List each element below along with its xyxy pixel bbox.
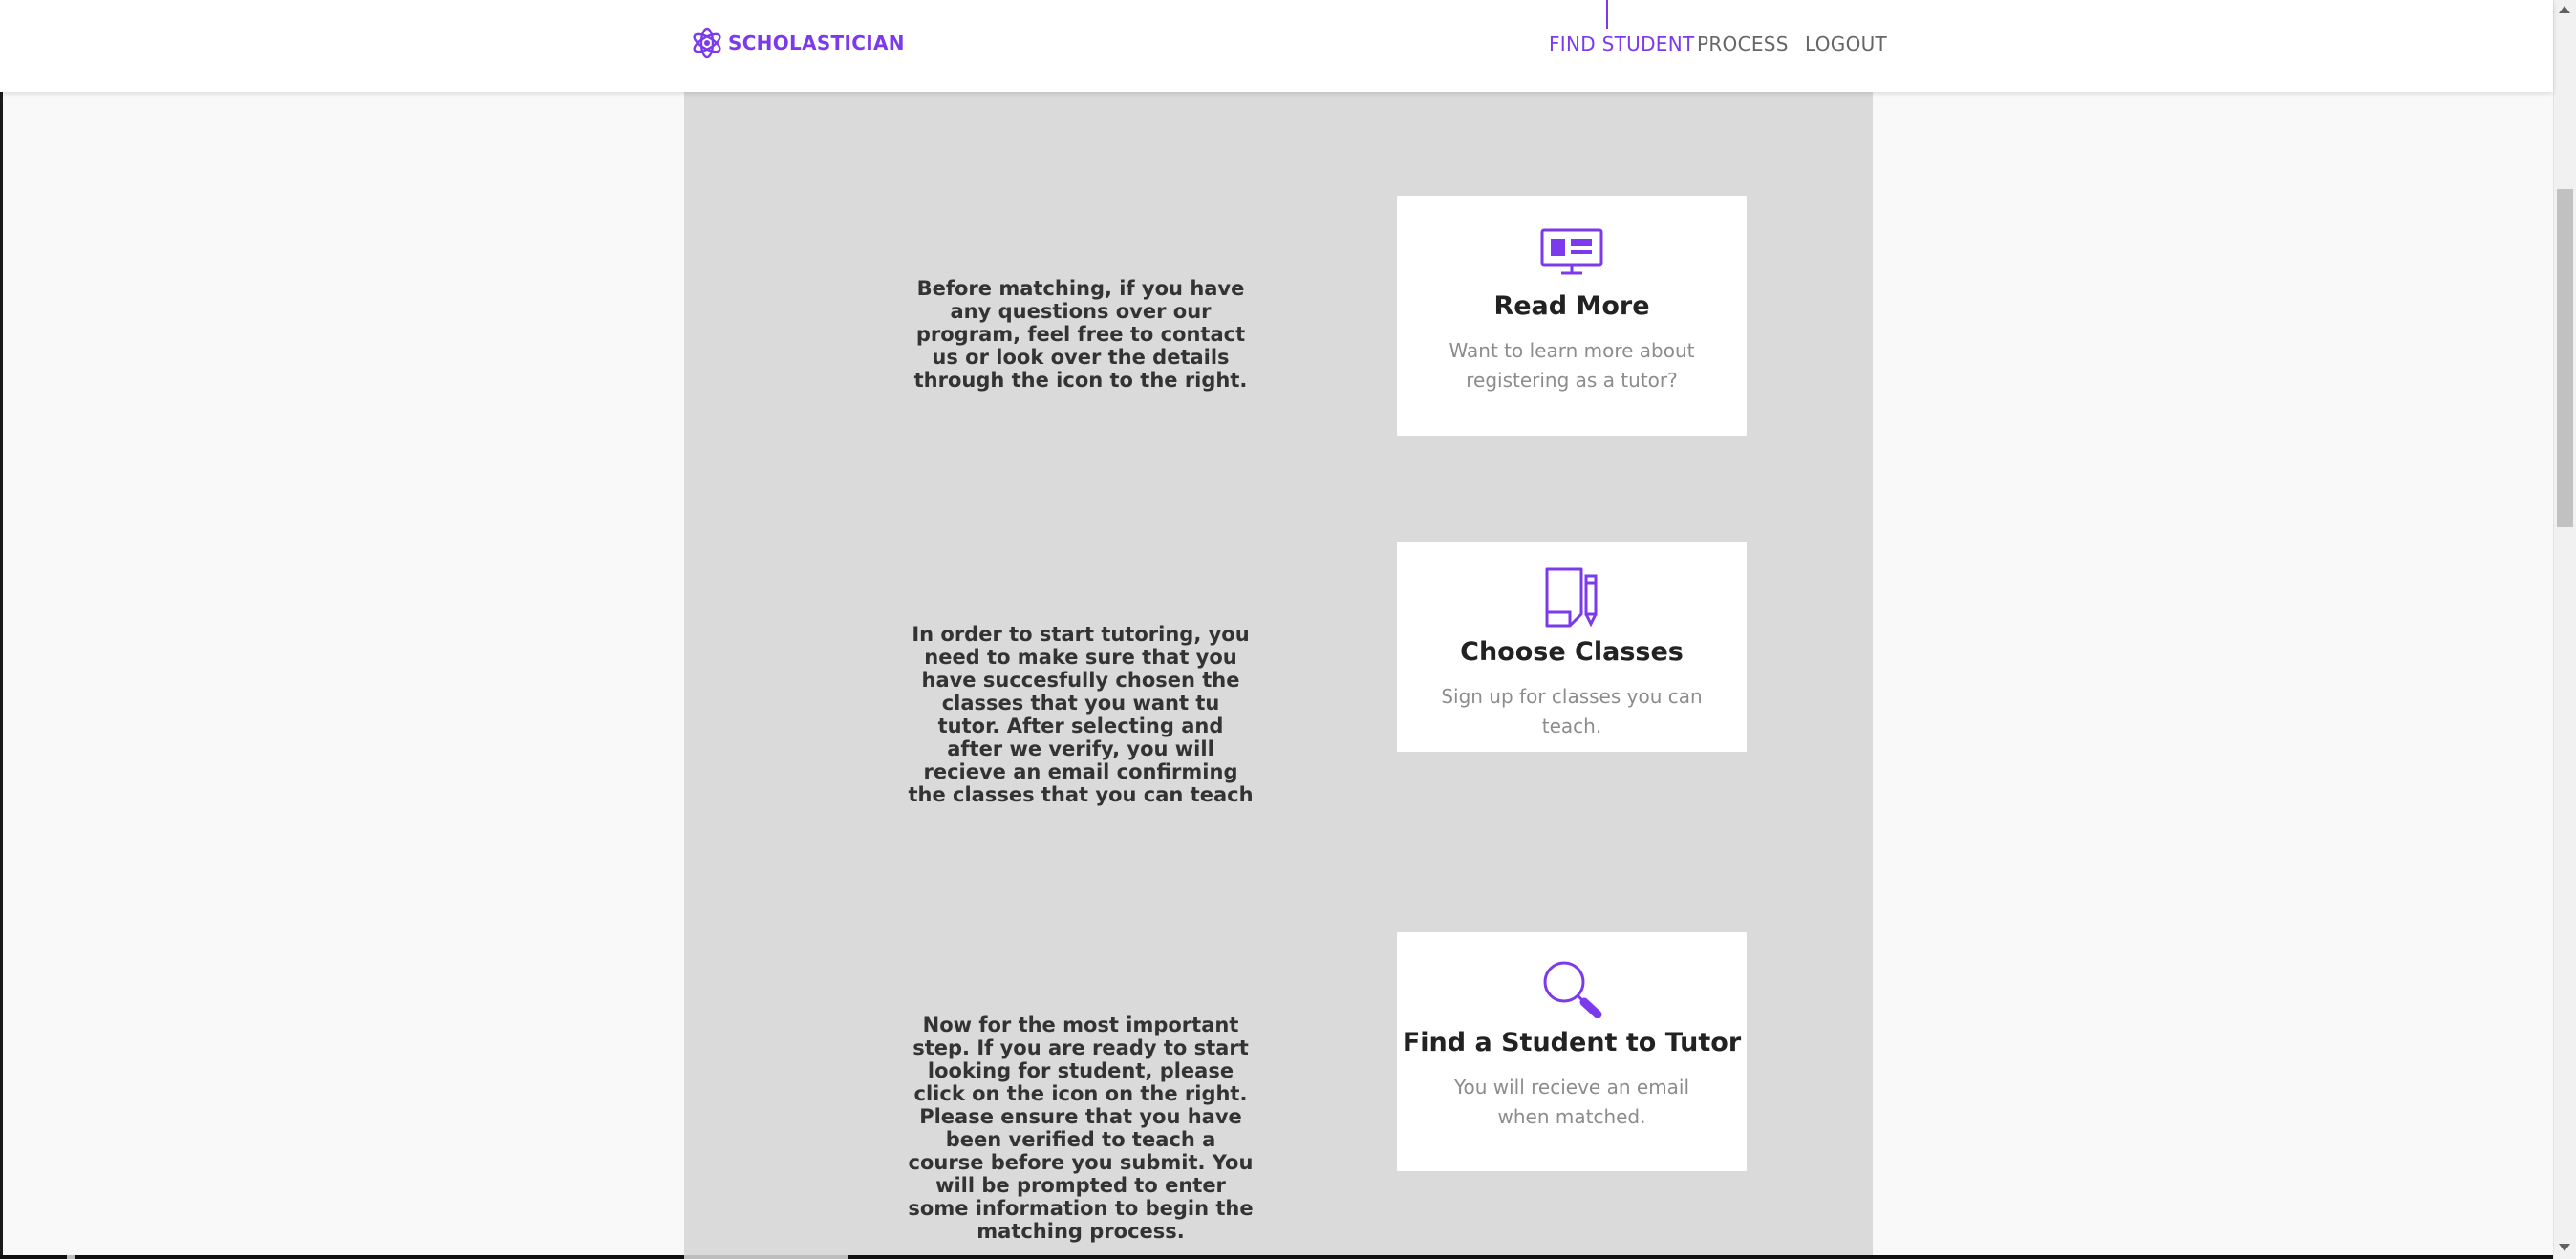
scrollbar-thumb[interactable] <box>2557 189 2573 527</box>
card-subtitle: Sign up for classes you can teach. <box>1441 685 1703 737</box>
scroll-down-arrow-icon[interactable] <box>2559 1244 2570 1251</box>
find-student-card[interactable]: Find a Student to Tutor You will recieve… <box>1397 932 1747 1171</box>
active-nav-indicator <box>1606 0 1608 29</box>
logo-text: SCHOLASTICIAN <box>728 32 905 54</box>
nav-logout[interactable]: LOGOUT <box>1805 32 1887 55</box>
card-title: Find a Student to Tutor <box>1402 1028 1742 1057</box>
choose-classes-card[interactable]: Choose Classes Sign up for classes you c… <box>1397 542 1747 752</box>
nav-find-student[interactable]: FIND STUDENT <box>1549 32 1695 55</box>
logo[interactable]: SCHOLASTICIAN <box>691 27 905 59</box>
step-description: In order to start tutoring, you need to … <box>908 623 1254 806</box>
nav-process[interactable]: PROCESS <box>1697 32 1789 55</box>
step-description: Before matching, if you have any questio… <box>913 277 1248 392</box>
magnifier-icon <box>1397 959 1747 1018</box>
card-title: Choose Classes <box>1460 637 1684 667</box>
card-title: Read More <box>1493 291 1650 321</box>
card-subtitle: Want to learn more about registering as … <box>1449 339 1695 392</box>
top-navbar: SCHOLASTICIAN FIND STUDENT PROCESS LOGOU… <box>0 0 2553 92</box>
read-more-card[interactable]: Read More Want to learn more about regis… <box>1397 196 1747 436</box>
step-description: Now for the most important step. If you … <box>908 1014 1254 1243</box>
monitor-icon <box>1397 228 1747 276</box>
card-subtitle: You will recieve an email when matched. <box>1453 1076 1690 1128</box>
atom-logo-icon <box>693 27 721 59</box>
scroll-up-arrow-icon[interactable] <box>2559 6 2570 13</box>
document-pencil-icon <box>1397 566 1747 630</box>
bottom-border <box>0 1255 2553 1259</box>
window-left-border <box>0 0 3 1259</box>
